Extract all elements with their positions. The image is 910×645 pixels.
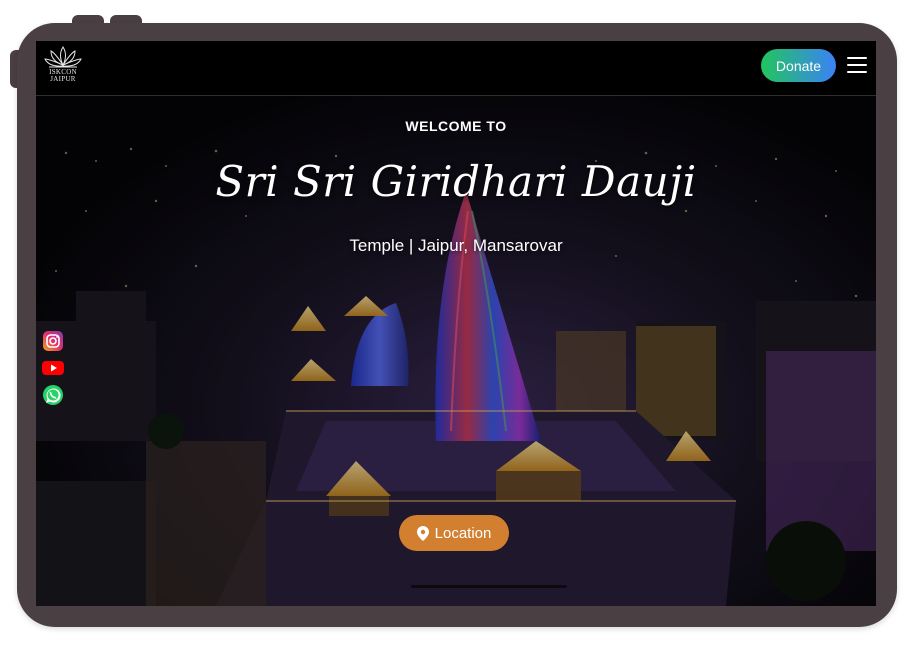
top-navbar: ISKCON JAIPUR Donate (36, 41, 876, 96)
hamburger-menu-icon[interactable] (847, 57, 867, 74)
social-links (42, 330, 64, 411)
whatsapp-icon[interactable] (42, 384, 64, 406)
logo-text-line2: JAIPUR (50, 75, 76, 83)
location-label: Location (434, 524, 492, 542)
menu-bar (847, 71, 867, 73)
iskcon-logo[interactable]: ISKCON JAIPUR (42, 45, 84, 91)
location-button[interactable]: Location (399, 515, 509, 551)
donate-button[interactable]: Donate (761, 49, 836, 82)
hero-subtitle: Temple | Jaipur, Mansarovar (349, 236, 563, 255)
map-pin-icon (416, 525, 429, 541)
screen: ISKCON JAIPUR Donate WELCOME TO Sri Sri … (36, 41, 876, 606)
instagram-icon[interactable] (42, 330, 64, 352)
hero-title: Sri Sri Giridhari Dauji (215, 157, 697, 206)
lotus-logo-icon (44, 46, 82, 68)
menu-bar (847, 64, 867, 66)
youtube-icon[interactable] (42, 357, 64, 379)
scroll-indicator (411, 585, 567, 588)
menu-bar (847, 57, 867, 59)
hero-welcome-text: WELCOME TO (405, 118, 507, 134)
